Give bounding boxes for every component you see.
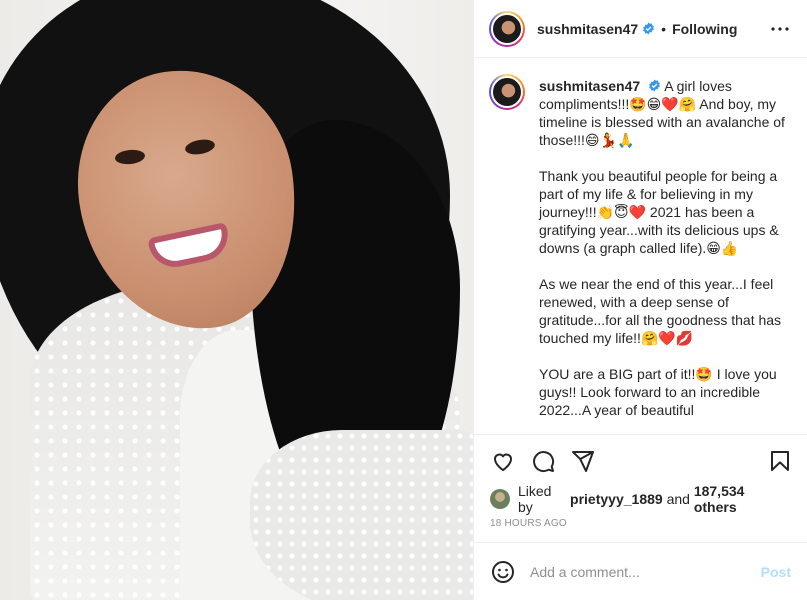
comment-input[interactable] xyxy=(530,563,761,580)
verified-badge-icon xyxy=(648,79,661,92)
caption-scroll-area[interactable]: sushmitasen47 A girl loves compliments!!… xyxy=(474,58,807,434)
header-separator: • xyxy=(661,20,667,37)
liker-avatar[interactable] xyxy=(490,489,510,509)
post-header: sushmitasen47 • Following xyxy=(474,0,807,58)
action-bar xyxy=(474,434,807,486)
likes-row: Liked by prietyyy_1889 and 187,534 other… xyxy=(474,483,807,515)
following-button[interactable]: Following xyxy=(672,21,737,37)
caption-paragraph-2: Thank you beautiful people for being a p… xyxy=(539,168,783,256)
likes-prefix: Liked by xyxy=(517,483,552,515)
post-comment-button[interactable]: Post xyxy=(761,564,791,580)
instagram-post: sushmitasen47 • Following sushmitasen47 xyxy=(0,0,807,600)
header-username[interactable]: sushmitasen47 xyxy=(537,21,638,37)
caption-avatar-ring[interactable] xyxy=(489,74,525,110)
likes-others-link[interactable]: 187,534 others xyxy=(694,483,791,515)
profile-avatar[interactable] xyxy=(491,12,523,45)
comment-icon[interactable] xyxy=(530,448,556,474)
likes-middle: and xyxy=(662,491,694,507)
comment-box: Post xyxy=(474,542,807,600)
share-icon[interactable] xyxy=(570,448,596,474)
profile-avatar-ring[interactable] xyxy=(489,10,525,47)
caption-paragraph-3: As we near the end of this year...I feel… xyxy=(539,276,785,346)
caption-avatar[interactable] xyxy=(491,76,523,108)
caption-text: sushmitasen47 A girl loves compliments!!… xyxy=(539,77,791,434)
liker-username[interactable]: prietyyy_1889 xyxy=(570,491,663,507)
post-photo[interactable] xyxy=(0,0,473,600)
heart-icon[interactable] xyxy=(490,448,516,474)
caption-paragraph-4: YOU are a BIG part of it!!🤩 I love you g… xyxy=(539,366,781,418)
verified-badge-icon xyxy=(642,22,655,35)
post-side-panel: sushmitasen47 • Following sushmitasen47 xyxy=(473,0,807,600)
bookmark-icon[interactable] xyxy=(767,448,793,474)
caption-username[interactable]: sushmitasen47 xyxy=(539,78,640,94)
caption-row: sushmitasen47 A girl loves compliments!!… xyxy=(489,74,791,434)
post-timestamp[interactable]: 18 HOURS AGO xyxy=(474,512,807,542)
photo-sleeve xyxy=(250,430,473,600)
more-options-icon[interactable] xyxy=(769,18,791,40)
emoji-icon[interactable] xyxy=(490,559,516,585)
